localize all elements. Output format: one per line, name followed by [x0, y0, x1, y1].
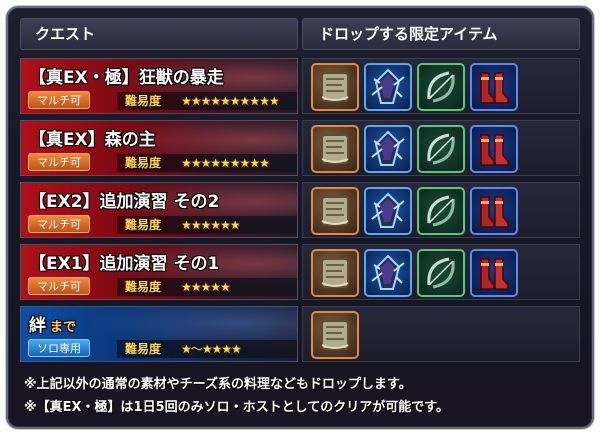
drop-items-cell [302, 120, 580, 176]
boots-icon[interactable] [470, 249, 518, 297]
quest-cell[interactable]: 【真EX・極】狂獣の暴走 マルチ可 難易度 ★★★★★★★★★★ [20, 58, 298, 114]
quest-cell[interactable]: 【EX1】追加演習 その1 マルチ可 難易度 ★★★★★ [20, 244, 298, 300]
scroll-icon[interactable] [311, 311, 359, 359]
quest-cell[interactable]: 絆までソロ専用 難易度 ★～★★★★ [20, 306, 298, 362]
boots-icon[interactable] [470, 63, 518, 111]
bow-icon[interactable] [417, 249, 465, 297]
limit-note: ※【真EX・極】は1日5回のみソロ・ホストとしてのクリアが可能です。 [24, 400, 449, 415]
drop-items-cell [302, 306, 580, 362]
boots-icon[interactable] [470, 187, 518, 235]
solo-only-badge: ソロ専用 [28, 339, 90, 357]
crystal-icon[interactable] [364, 187, 412, 235]
difficulty-stars: ★★★★★★★★★★ [181, 94, 280, 108]
bow-icon[interactable] [417, 187, 465, 235]
difficulty-stars: ★～★★★★ [181, 342, 242, 356]
boots-icon[interactable] [470, 125, 518, 173]
crystal-icon[interactable] [364, 63, 412, 111]
quest-row: 【真EX】森の主 マルチ可 難易度 ★★★★★★★★★ [20, 120, 580, 176]
drop-items-cell [302, 244, 580, 300]
quest-cell[interactable]: 【真EX】森の主 マルチ可 難易度 ★★★★★★★★★ [20, 120, 298, 176]
drop-note: ※上記以外の通常の素材やチーズ系の料理などもドロップします。 [24, 377, 412, 392]
drop-items-cell [302, 182, 580, 238]
multi-ok-badge: マルチ可 [28, 215, 90, 233]
quest-name: 絆まで [29, 316, 77, 336]
multi-ok-badge: マルチ可 [28, 153, 90, 171]
quest-name: 【EX2】追加演習 その2 [29, 192, 220, 212]
drop-info-panel: クエスト ドロップする限定アイテム 【真EX・極】狂獣の暴走 マルチ可 難易度 ★★★… [6, 6, 594, 429]
quest-row: 【真EX・極】狂獣の暴走 マルチ可 難易度 ★★★★★★★★★★ [20, 58, 580, 114]
difficulty-label: 難易度 [125, 94, 162, 108]
crystal-icon[interactable] [364, 249, 412, 297]
difficulty-label: 難易度 [125, 156, 162, 170]
quest-cell[interactable]: 【EX2】追加演習 その2 マルチ可 難易度 ★★★★★★ [20, 182, 298, 238]
quest-name: 【EX1】追加演習 その1 [29, 254, 220, 274]
bow-icon[interactable] [417, 63, 465, 111]
drop-items-cell [302, 58, 580, 114]
crystal-icon[interactable] [364, 125, 412, 173]
quest-name-suffix: まで [50, 320, 77, 335]
scroll-icon[interactable] [311, 63, 359, 111]
quest-row: 【EX2】追加演習 その2 マルチ可 難易度 ★★★★★★ [20, 182, 580, 238]
difficulty-stars: ★★★★★★★★★ [181, 156, 270, 170]
bow-icon[interactable] [417, 125, 465, 173]
multi-ok-badge: マルチ可 [28, 277, 90, 295]
quest-row: 絆までソロ専用 難易度 ★～★★★★ [20, 306, 580, 362]
drops-column-header: ドロップする限定アイテム [302, 18, 580, 50]
multi-ok-badge: マルチ可 [28, 91, 90, 109]
scroll-icon[interactable] [311, 125, 359, 173]
difficulty-stars: ★★★★★★ [181, 218, 241, 232]
quest-name: 【真EX】森の主 [29, 130, 156, 150]
difficulty-label: 難易度 [125, 218, 162, 232]
difficulty-label: 難易度 [125, 280, 162, 294]
scroll-icon[interactable] [311, 187, 359, 235]
quest-column-header: クエスト [20, 18, 298, 50]
quest-name: 【真EX・極】狂獣の暴走 [29, 68, 224, 88]
quest-row: 【EX1】追加演習 その1 マルチ可 難易度 ★★★★★ [20, 244, 580, 300]
difficulty-label: 難易度 [125, 342, 162, 356]
difficulty-stars: ★★★★★ [181, 280, 231, 294]
scroll-icon[interactable] [311, 249, 359, 297]
